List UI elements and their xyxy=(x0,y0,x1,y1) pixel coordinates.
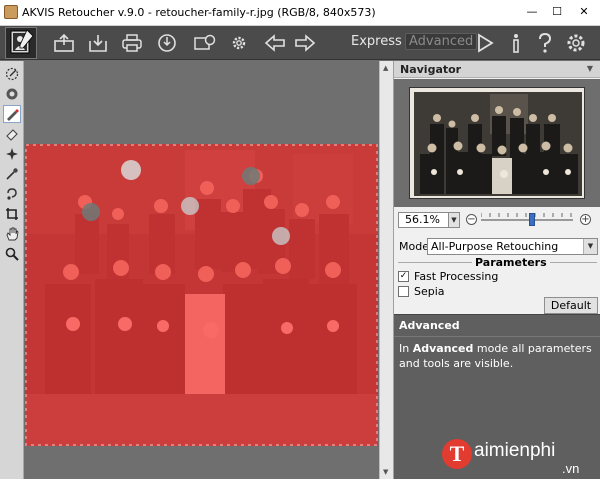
help-icon[interactable] xyxy=(533,31,557,55)
close-button[interactable]: ✕ xyxy=(572,3,596,21)
chameleon-brush-icon[interactable] xyxy=(3,145,21,163)
zoom-in-icon[interactable]: + xyxy=(580,214,591,225)
hand-icon[interactable] xyxy=(3,225,21,243)
mode-select[interactable]: All-Purpose Retouching ▼ xyxy=(427,238,598,255)
main-toolbar: Express Advanced xyxy=(0,26,600,60)
sepia-label: Sepia xyxy=(414,285,445,298)
mode-select-value: All-Purpose Retouching xyxy=(431,240,559,253)
zoom-out-icon[interactable]: − xyxy=(466,214,477,225)
zoom-input[interactable]: 56.1% xyxy=(398,212,449,228)
zoom-controls: 56.1% ▼ − + xyxy=(394,210,600,230)
navigator-header: Navigator ▼ xyxy=(394,61,600,78)
selection-brush-icon[interactable] xyxy=(3,65,21,83)
default-button[interactable]: Default xyxy=(544,297,598,314)
app-icon xyxy=(4,5,18,19)
mode-row: Mode: All-Purpose Retouching ▼ xyxy=(398,238,598,255)
maximize-button[interactable]: ☐ xyxy=(545,3,569,21)
run-icon[interactable] xyxy=(473,31,497,55)
redo-icon[interactable] xyxy=(293,31,317,55)
info-icon[interactable] xyxy=(504,31,528,55)
settings-icon[interactable] xyxy=(564,31,588,55)
chevron-down-icon[interactable]: ▼ xyxy=(583,239,597,254)
window-title: AKVIS Retoucher v.9.0 - retoucher-family… xyxy=(22,6,376,19)
image-canvas[interactable] xyxy=(25,61,378,479)
magic-wand-icon[interactable] xyxy=(3,85,21,103)
print-icon[interactable] xyxy=(120,31,144,55)
preferences-icon[interactable] xyxy=(227,31,251,55)
batch-processing-icon[interactable] xyxy=(193,31,217,55)
parameters-group-header: Parameters xyxy=(394,256,600,269)
scroll-up-icon[interactable]: ▲ xyxy=(383,64,388,72)
site-watermark: T aimienphi .vn xyxy=(436,437,600,479)
fast-processing-label: Fast Processing xyxy=(414,270,499,283)
open-image-icon[interactable] xyxy=(52,31,76,55)
brush-icon[interactable] xyxy=(3,105,21,123)
parameters-title: Parameters xyxy=(472,256,550,269)
scroll-down-icon[interactable]: ▼ xyxy=(383,468,388,476)
sepia-checkbox[interactable] xyxy=(398,286,409,297)
collapse-navigator-icon[interactable]: ▼ xyxy=(587,64,593,73)
zoom-slider-ticks xyxy=(481,213,572,217)
healing-brush-icon[interactable] xyxy=(3,185,21,203)
watermark-name: aimienphi xyxy=(474,440,556,461)
clone-stamp-icon[interactable] xyxy=(3,165,21,183)
watermark-logo-letter: T xyxy=(442,439,472,469)
share-icon[interactable] xyxy=(155,31,179,55)
save-image-icon[interactable] xyxy=(86,31,110,55)
tools-panel xyxy=(0,61,24,479)
minimize-button[interactable]: — xyxy=(520,3,544,21)
settings-panel: Navigator ▼ 56.1% ▼ − + Mode: All-Purpos… xyxy=(393,61,600,479)
eraser-icon[interactable] xyxy=(3,125,21,143)
zoom-dropdown-icon[interactable]: ▼ xyxy=(448,212,460,228)
undo-icon[interactable] xyxy=(263,31,287,55)
hints-title: Advanced xyxy=(399,319,460,332)
hints-text: In Advanced mode all parameters and tool… xyxy=(399,342,592,370)
fast-processing-checkbox[interactable]: ✓ xyxy=(398,271,409,282)
navigator-title: Navigator xyxy=(400,63,462,76)
express-mode-button[interactable]: Express xyxy=(351,34,402,49)
photo-preview[interactable] xyxy=(25,144,378,446)
advanced-mode-button[interactable]: Advanced xyxy=(405,33,478,50)
akvis-logo xyxy=(5,27,37,59)
watermark-tld: .vn xyxy=(562,461,580,476)
title-bar: AKVIS Retoucher v.9.0 - retoucher-family… xyxy=(0,0,600,26)
crop-icon[interactable] xyxy=(3,205,21,223)
zoom-slider-thumb[interactable] xyxy=(528,213,535,226)
navigator-view[interactable] xyxy=(394,79,600,207)
canvas-scrollbar[interactable]: ▲ ▼ xyxy=(379,61,393,479)
navigator-thumbnail[interactable] xyxy=(409,87,585,199)
zoom-icon[interactable] xyxy=(3,245,21,263)
